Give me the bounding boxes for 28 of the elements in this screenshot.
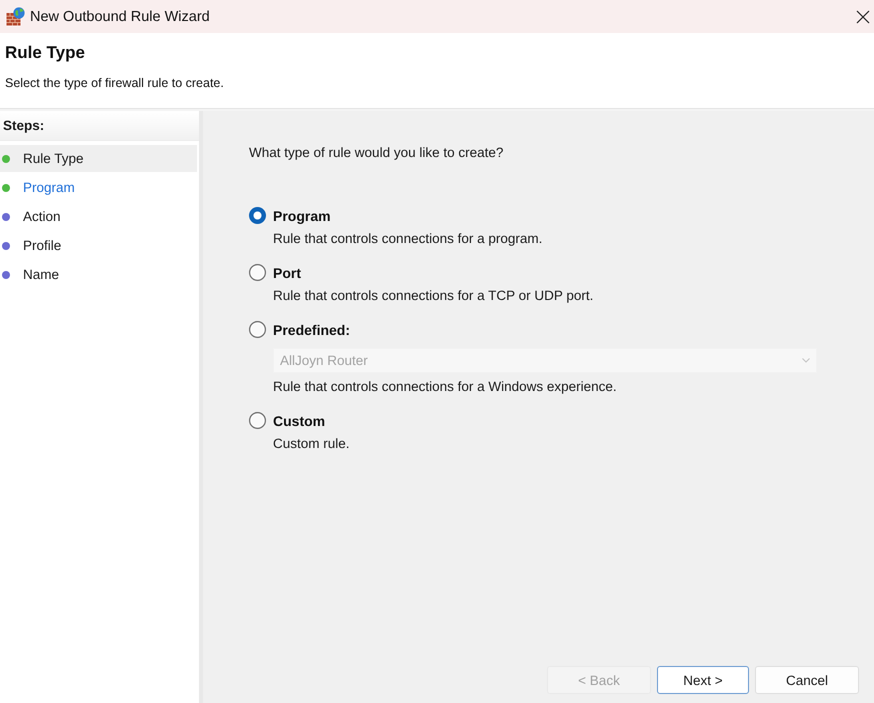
option-label[interactable]: Program — [273, 208, 331, 224]
steps-heading: Steps: — [3, 118, 44, 133]
step-item[interactable]: Rule Type — [0, 145, 197, 172]
close-icon — [856, 10, 870, 24]
page-subtitle: Select the type of firewall rule to create. — [5, 76, 224, 90]
radio-button[interactable] — [249, 412, 266, 429]
radio-button[interactable] — [249, 321, 266, 338]
option-description: Rule that controls connections for a Windows experience. — [273, 379, 617, 394]
wizard-button[interactable]: Cancel — [755, 666, 859, 694]
page-heading: Rule Type — [5, 43, 85, 63]
option-description: Custom rule. — [273, 436, 350, 451]
chevron-down-icon — [802, 358, 810, 363]
step-item[interactable]: Name — [0, 261, 197, 288]
option-description: Rule that controls connections for a TCP or UDP port. — [273, 288, 594, 303]
option-label[interactable]: Predefined: — [273, 322, 350, 338]
window-title: New Outbound Rule Wizard — [30, 8, 210, 24]
wizard-button[interactable]: Next > — [657, 666, 749, 694]
step-item[interactable]: Action — [0, 203, 197, 230]
brick-wall-globe-icon — [6, 7, 25, 26]
option-label[interactable]: Custom — [273, 412, 326, 428]
close-button[interactable] — [856, 10, 870, 24]
step-item[interactable]: Program — [0, 174, 197, 201]
option-description: Rule that controls connections for a program. — [273, 231, 542, 246]
step-item[interactable]: Profile — [0, 232, 197, 259]
radio-button[interactable] — [249, 264, 266, 281]
option-label[interactable]: Port — [273, 264, 301, 280]
radio-button[interactable] — [249, 207, 266, 224]
question-text: What type of rule would you like to create? — [249, 145, 504, 160]
